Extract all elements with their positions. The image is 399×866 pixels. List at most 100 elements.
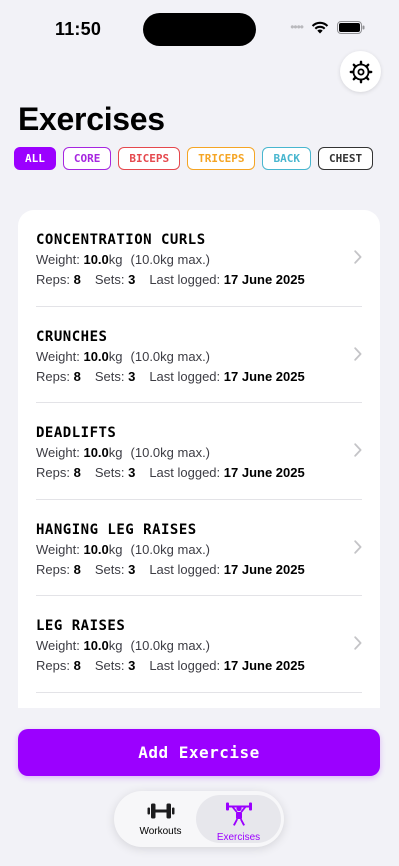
chevron-right-icon [354,636,362,650]
sets-value: 3 [128,465,136,480]
exercise-weight-line: Weight: 10.0kg (10.0kg max.) [36,445,210,460]
exercise-weight-line: Weight: 10.0kg (10.0kg max.) [36,542,210,557]
weight-value: 10.0 [83,638,109,653]
chevron-right-icon [354,346,362,361]
wifi-icon [311,21,329,33]
exercise-row[interactable]: CRUNCHES Weight: 10.0kg (10.0kg max.) Reps:… [36,307,362,403]
last-logged-value: 17 June 2025 [223,272,305,287]
chevron-right-icon [354,443,362,457]
exercise-row[interactable]: DEADLIFTS Weight: 10.0kg (10.0kg max.) Reps… [36,403,362,500]
last-logged-value: 17 June 2025 [223,658,305,673]
settings-gear-icon [349,60,372,83]
last-logged-value: 17 June 2025 [223,465,305,480]
exercise-stats-line: Reps: 8 Sets: 3 Last logged: 17 June 2025 [36,272,305,287]
last-logged-label: Last logged: [149,658,221,673]
dumbbell-icon [147,803,174,819]
last-logged-label: Last logged: [149,368,221,384]
weight-unit: kg [108,348,123,364]
weight-unit: kg [108,252,123,267]
sets-label: Sets: [94,272,125,287]
max-weight-value: 10.0 [134,445,161,460]
exercise-weight-line: Weight: 10.0kg (10.0kg max.) [36,638,210,653]
sets-label: Sets: [94,465,125,480]
exercise-name: CONCENTRATION CURLS [36,232,206,248]
max-suffix: kg max.) [160,252,211,267]
weight-label: Weight: [36,638,80,653]
tab-exercises-label: Exercises [216,832,261,843]
tab-workouts-label: Workouts [139,826,182,837]
weight-value: 10.0 [83,252,109,267]
category-filter-bar: ALL CORE BICEPS TRICEPS BACK CHEST [14,147,374,170]
reps-label: Reps: [36,465,70,480]
dynamic-island [143,13,256,46]
max-weight-value: 10.0 [134,348,161,364]
filter-chip-chest[interactable]: CHEST [317,147,374,170]
exercise-name: CRUNCHES [36,328,108,345]
signal-dots-icon: •••• [290,20,304,34]
filter-chip-biceps[interactable]: BICEPS [118,147,181,170]
reps-value: 8 [73,561,81,577]
exercise-name: HANGING LEG RAISES [36,521,197,538]
reps-label: Reps: [36,658,70,673]
sets-value: 3 [128,368,136,384]
tab-exercises[interactable]: Exercises [196,795,281,843]
tab-workouts[interactable]: Workouts [118,795,203,843]
weight-unit: kg [108,541,123,557]
exercise-row[interactable]: CONCENTRATION CURLS Weight: 10.0kg (10.0kg… [36,210,362,307]
weight-unit: kg [108,445,123,460]
page-title: Exercises [18,101,165,137]
reps-value: 8 [73,272,81,287]
tab-bar: Workouts Exercises [114,791,284,847]
weight-value: 10.0 [83,445,109,460]
last-logged-value: 17 June 2025 [223,368,305,384]
reps-label: Reps: [36,561,70,577]
settings-button[interactable] [340,51,381,92]
weight-label: Weight: [36,348,80,364]
weight-label: Weight: [36,445,80,460]
max-suffix: kg max.) [160,348,211,364]
max-weight-value: 10.0 [134,252,161,267]
filter-chip-triceps[interactable]: TRICEPS [187,147,256,170]
weight-value: 10.0 [83,348,109,364]
chevron-right-icon [354,539,362,554]
sets-value: 3 [128,272,136,287]
exercise-stats-line: Reps: 8 Sets: 3 Last logged: 17 June 2025 [36,465,305,480]
add-exercise-button[interactable]: Add Exercise [18,729,380,776]
filter-chip-all[interactable]: ALL [14,147,56,170]
exercise-stats-line: Reps: 8 Sets: 3 Last logged: 17 June 2025 [36,369,305,384]
sets-value: 3 [128,658,136,673]
sets-value: 3 [128,561,136,577]
status-icons: •••• [290,20,365,34]
max-suffix: kg max.) [160,445,211,460]
sets-label: Sets: [94,658,125,673]
reps-value: 8 [73,368,81,384]
sets-label: Sets: [94,368,125,384]
status-bar: 11:50 •••• [0,0,399,58]
weight-label: Weight: [36,541,80,557]
filter-chip-back[interactable]: BACK [262,147,311,170]
exercise-weight-line: Weight: 10.0kg (10.0kg max.) [36,252,210,267]
reps-value: 8 [73,658,81,673]
sets-label: Sets: [94,561,125,577]
weight-label: Weight: [36,252,80,267]
last-logged-label: Last logged: [149,272,221,287]
exercise-name: DEADLIFTS [36,425,117,441]
reps-value: 8 [73,465,81,480]
battery-icon [337,20,365,34]
max-suffix: kg max.) [160,638,211,653]
exercise-name: LEG RAISES [36,618,126,634]
filter-chip-core[interactable]: CORE [62,147,112,170]
exercise-row[interactable]: LEG RAISES Weight: 10.0kg (10.0kg max.) Rep… [36,596,362,693]
reps-label: Reps: [36,272,70,287]
max-weight-value: 10.0 [134,541,161,557]
exercise-row[interactable]: HANGING LEG RAISES Weight: 10.0kg (10.0kg … [36,500,362,596]
reps-label: Reps: [36,368,70,384]
last-logged-label: Last logged: [149,465,221,480]
exercise-stats-line: Reps: 8 Sets: 3 Last logged: 17 June 2025 [36,658,305,673]
weight-unit: kg [108,638,123,653]
chevron-right-icon [354,250,362,264]
status-time: 11:50 [55,19,102,39]
max-suffix: kg max.) [160,541,211,557]
exercise-list[interactable]: CONCENTRATION CURLS Weight: 10.0kg (10.0kg… [18,210,380,708]
max-weight-value: 10.0 [134,638,161,653]
